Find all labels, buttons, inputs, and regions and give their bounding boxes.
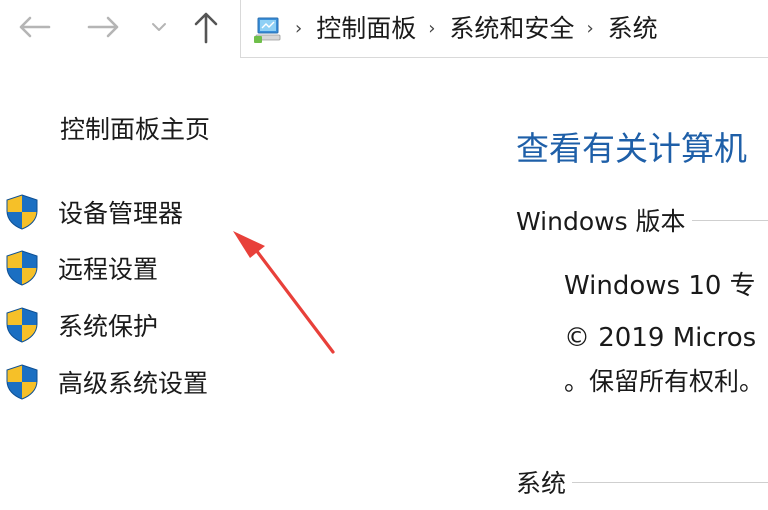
breadcrumb-separator[interactable]: › <box>586 19 593 38</box>
uac-shield-icon <box>4 363 40 401</box>
sidebar-item-remote-settings[interactable]: 远程设置 <box>4 248 158 288</box>
navigation-bar: › 控制面板 › 系统和安全 › 系统 <box>0 0 768 60</box>
sidebar: 控制面板主页 设备管理器 远程设置 系统保护 高级系统设置 <box>0 60 470 510</box>
main-content: 查看有关计算机 Windows 版本 Windows 10 专 © 2019 M… <box>516 60 768 510</box>
sidebar-item-system-protection[interactable]: 系统保护 <box>4 305 158 345</box>
section-header-label: Windows 版本 <box>516 207 686 236</box>
breadcrumb-system[interactable]: 系统 <box>608 16 658 41</box>
copyright-rights-text: 。保留所有权利。 <box>564 367 765 396</box>
uac-shield-icon <box>4 249 40 287</box>
copyright-text: © 2019 Micros <box>564 323 757 353</box>
sidebar-item-advanced-system-settings[interactable]: 高级系统设置 <box>4 362 208 402</box>
control-panel-computer-icon <box>253 14 283 44</box>
sidebar-item-label: 系统保护 <box>58 312 159 341</box>
breadcrumb-separator: › <box>295 17 303 39</box>
breadcrumb-separator[interactable]: › <box>428 19 435 38</box>
uac-shield-icon <box>4 306 40 344</box>
uac-shield-icon <box>4 193 40 231</box>
sidebar-item-label: 远程设置 <box>58 255 159 284</box>
forward-button[interactable] <box>86 9 122 45</box>
arrow-left-icon <box>19 16 51 38</box>
windows-edition-section-header: Windows 版本 <box>516 202 768 238</box>
section-header-label: 系统 <box>516 469 567 498</box>
chevron-down-icon <box>152 23 166 31</box>
address-bar[interactable]: › 控制面板 › 系统和安全 › 系统 <box>240 0 768 58</box>
system-section-header: 系统 <box>516 464 768 500</box>
breadcrumb-system-and-security[interactable]: 系统和安全 <box>449 16 574 41</box>
windows-edition-name: Windows 10 专 <box>564 271 756 301</box>
arrow-up-icon <box>194 12 218 44</box>
arrow-right-icon <box>87 16 119 38</box>
section-divider <box>691 219 768 221</box>
control-panel-window: › 控制面板 › 系统和安全 › 系统 控制面板主页 设备管理器 远程设置 系统… <box>0 0 768 510</box>
control-panel-home-link[interactable]: 控制面板主页 <box>60 110 210 146</box>
sidebar-item-label: 高级系统设置 <box>58 369 209 398</box>
section-divider <box>572 481 768 483</box>
page-title: 查看有关计算机 <box>516 129 747 168</box>
sidebar-item-label: 设备管理器 <box>58 199 184 228</box>
recent-locations-button[interactable] <box>147 9 171 45</box>
back-button[interactable] <box>16 9 52 45</box>
up-button[interactable] <box>188 9 224 45</box>
sidebar-item-device-manager[interactable]: 设备管理器 <box>4 192 183 232</box>
breadcrumb-control-panel[interactable]: 控制面板 <box>316 16 416 41</box>
